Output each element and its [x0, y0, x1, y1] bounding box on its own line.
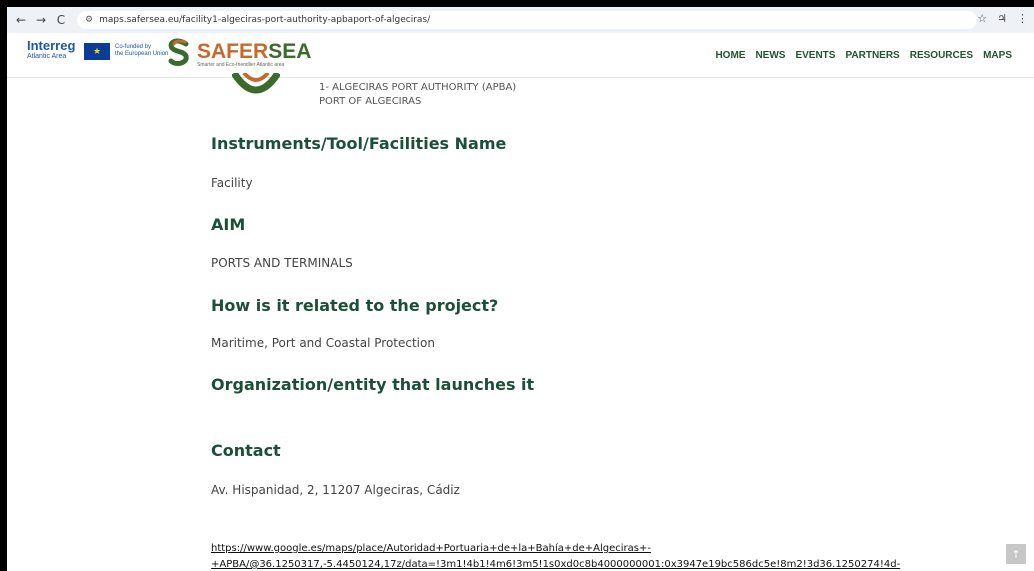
logo-sea: SEA — [268, 40, 312, 63]
interreg-subtitle: Atlantic Area — [27, 53, 67, 60]
organization-heading: Organization/entity that launches it — [211, 375, 535, 394]
eu-cofunded-text: Co-funded by the European Union — [115, 44, 168, 58]
eu-line-2: the European Union — [115, 51, 169, 58]
browser-menu-icon[interactable]: ⋮ — [1017, 12, 1028, 25]
interreg-logo[interactable]: Interreg Atlantic Area — [27, 39, 75, 60]
browser-window: ← → C ⚙ maps.safersea.eu/facility1-algec… — [7, 7, 1034, 571]
aim-heading: AIM — [211, 215, 246, 234]
nav-news[interactable]: NEWS — [755, 50, 785, 61]
browser-toolbar: ← → C ⚙ maps.safersea.eu/facility1-algec… — [7, 7, 1034, 33]
nav-resources[interactable]: RESOURCES — [910, 50, 973, 61]
site-settings-icon[interactable]: ⚙ — [85, 15, 93, 25]
safersea-logo[interactable]: SAFERSEA Smarter and Eco-friendlier Atla… — [197, 41, 311, 68]
related-heading: How is it related to the project? — [211, 296, 499, 315]
contact-address: Av. Hispanidad, 2, 11207 Algeciras, Cádi… — [211, 483, 460, 497]
bookmark-star-icon[interactable]: ☆ — [977, 12, 987, 25]
extension-icon[interactable]: ♃ — [997, 12, 1007, 25]
partner-name: 1- ALGECIRAS PORT AUTHORITY (APBA) — [319, 82, 517, 93]
eu-flag-icon: ★ — [84, 43, 110, 60]
interreg-title: Interreg — [27, 38, 76, 53]
address-bar[interactable]: ⚙ maps.safersea.eu/facility1-algeciras-p… — [77, 11, 977, 29]
reload-icon[interactable]: C — [55, 13, 67, 27]
aim-value: PORTS AND TERMINALS — [211, 256, 353, 270]
eu-line-1: Co-funded by — [115, 44, 152, 50]
logo-safer: SAFER — [197, 40, 269, 63]
map-link-line-2[interactable]: +APBA/@36.1250317,-5.4450124,17z/data=!3… — [211, 557, 900, 571]
nav-home[interactable]: HOME — [715, 50, 745, 61]
map-link-line-1[interactable]: https://www.google.es/maps/place/Autorid… — [211, 541, 651, 557]
back-icon[interactable]: ← — [15, 13, 27, 27]
contact-heading: Contact — [211, 441, 281, 460]
forward-icon[interactable]: → — [35, 13, 47, 27]
related-value: Maritime, Port and Coastal Protection — [211, 336, 435, 350]
nav-maps[interactable]: MAPS — [983, 50, 1012, 61]
instruments-heading: Instruments/Tool/Facilities Name — [211, 134, 507, 153]
partner-info: 1- ALGECIRAS PORT AUTHORITY (APBA) PORT … — [319, 81, 516, 109]
site-header: Interreg Atlantic Area ★ Co-funded by th… — [7, 33, 1034, 78]
partner-port: PORT OF ALGECIRAS — [319, 96, 422, 107]
main-nav: HOME NEWS EVENTS PARTNERS RESOURCES MAPS — [715, 50, 1012, 61]
url-text: maps.safersea.eu/facility1-algeciras-por… — [99, 15, 431, 25]
instruments-value: Facility — [211, 176, 253, 190]
nav-events[interactable]: EVENTS — [795, 50, 835, 61]
nav-partners[interactable]: PARTNERS — [845, 50, 899, 61]
partner-logo — [232, 73, 280, 94]
safersea-mark-icon[interactable] — [166, 38, 192, 68]
scroll-to-top-button[interactable]: ↑ — [1006, 544, 1026, 564]
logo-tagline: Smarter and Eco-friendlier Atlantic area — [197, 62, 285, 68]
